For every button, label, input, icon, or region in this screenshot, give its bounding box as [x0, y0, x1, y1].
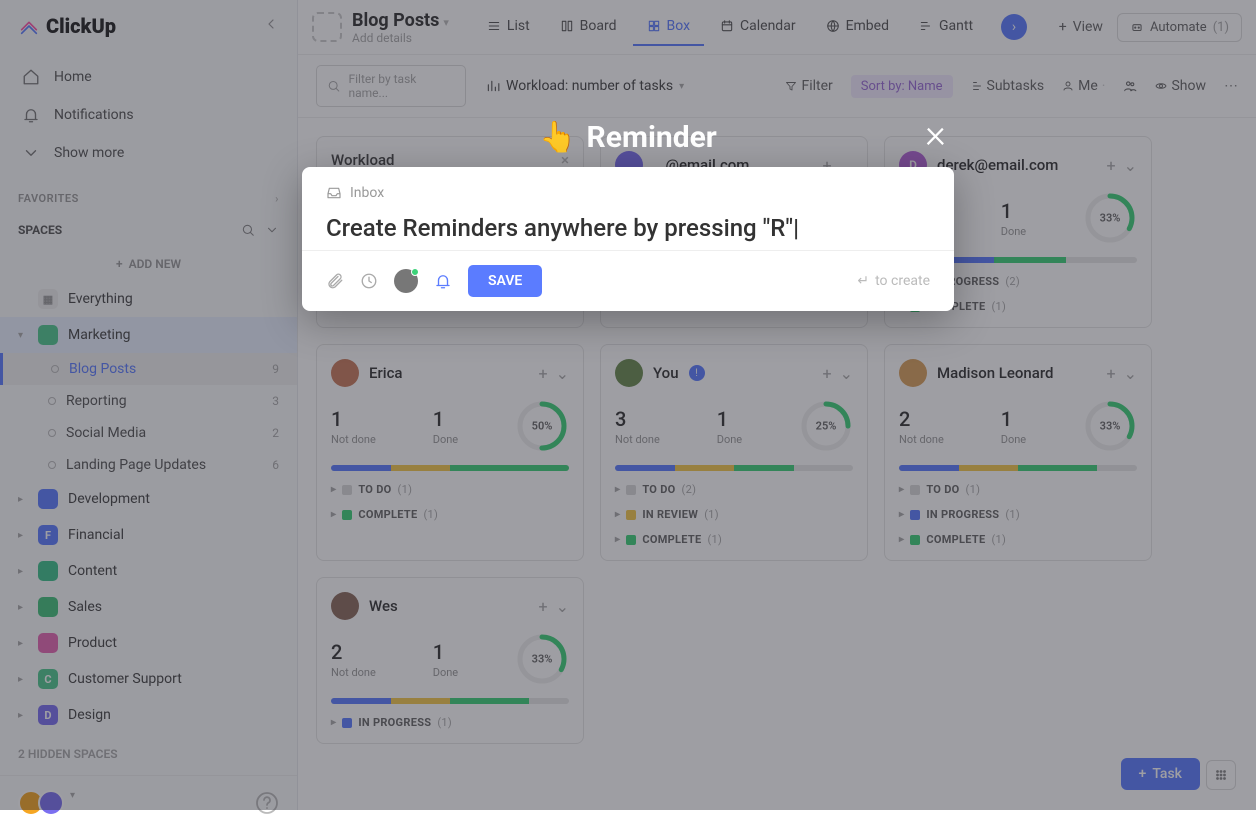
modal-heading: 👆 Reminder	[539, 120, 717, 155]
attachment-icon[interactable]	[326, 272, 344, 290]
clock-icon[interactable]	[360, 272, 378, 290]
close-modal-button[interactable]: ×	[925, 110, 946, 157]
create-hint: ↵ to create	[857, 273, 930, 289]
inbox-icon	[326, 185, 342, 201]
inbox-destination[interactable]: Inbox	[326, 185, 930, 201]
notify-bell-icon[interactable]	[434, 272, 452, 290]
pointing-hand-icon: 👆	[539, 120, 576, 155]
save-button[interactable]: SAVE	[468, 265, 542, 297]
modal-overlay: × 👆 Reminder Inbox Create Reminders anyw…	[0, 0, 1256, 810]
reminder-modal: Inbox Create Reminders anywhere by press…	[302, 167, 954, 311]
reminder-input[interactable]: Create Reminders anywhere by pressing "R…	[326, 213, 930, 244]
assignee-avatar[interactable]	[394, 269, 418, 293]
enter-key-icon: ↵	[857, 273, 869, 289]
